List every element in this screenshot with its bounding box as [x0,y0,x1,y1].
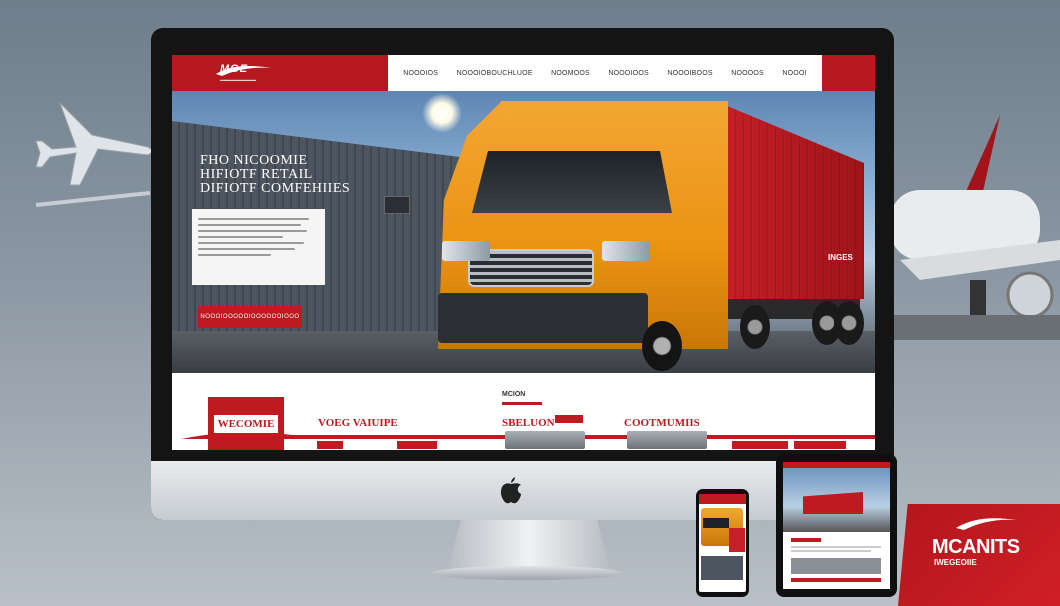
sun-glare [422,93,462,133]
monitor-stand-base [432,566,622,580]
trailer-wheel [834,301,864,345]
hero-cta-button[interactable]: NOOOIOOOOOIOOOOOOIOOO [198,306,302,328]
red-chip [555,415,583,423]
truck-headlight [602,241,650,261]
warehouse-sign [384,196,410,214]
hero-text-card [192,209,325,285]
tablet-screen [783,462,890,589]
apple-icon [500,477,521,504]
nav-item[interactable]: NOOOIBOOS [667,70,712,77]
trailer-stripes [720,103,864,303]
tablet-device [776,454,897,597]
content-section: WECOMIE VOEG VAIUIPE MCION SBELUON COOTM… [172,373,875,450]
commitments-title: COOTMUMIIS [624,417,700,429]
solution-title: SBELUON [502,417,555,429]
values-title: VOEG VAIUIPE [318,417,398,429]
brand-subtitle: IWEGEOIIE [934,558,977,567]
mini-truck-image [627,431,707,449]
trailer-text: INGES [828,253,853,262]
hero-title-line: HIFIOTF RETAIL [200,167,313,182]
truck-bumper [438,293,648,343]
nav-item[interactable]: NOOOIOOS [608,70,649,77]
main-nav: NOOOIOS NOOOIOBOUCHLUOE NOOMOOS NOOOIOOS… [388,55,822,91]
phone-device [696,489,749,597]
red-chip [732,441,788,449]
hero-banner: FHO NICOOMIE HIFIOTF RETAIL DIFIOTF COMF… [172,91,875,373]
red-chip [397,441,437,449]
trailer-wheel [740,305,770,349]
airplane-left-icon [35,102,153,207]
truck-wheel [642,321,682,371]
phone-screen [699,494,746,592]
airplane-right-icon [880,115,1060,340]
welcome-box[interactable]: WECOMIE [208,397,284,450]
red-chip [317,441,343,449]
site-header: MGE ▬▬▬▬▬▬▬▬▬ NOOOIOS NOOOIOBOUCHLUOE NO… [172,55,875,91]
red-chip [794,441,846,449]
site-logo[interactable]: MGE [220,63,248,75]
brand-swoosh-icon [956,518,1016,530]
mini-truck-image [505,431,585,449]
nav-item[interactable]: NOOOIOBOUCHLUOE [457,70,533,77]
nav-item[interactable]: NOOOI [782,70,806,77]
truck-windshield [472,151,672,213]
nav-item[interactable]: NOOOIOS [403,70,438,77]
welcome-label: WECOMIE [213,414,279,433]
truck-headlight [442,241,490,261]
brand-name: MCANITS [932,536,1020,558]
center-underline [502,402,542,405]
logo-tagline: ▬▬▬▬▬▬▬▬▬ [220,77,256,82]
nav-item[interactable]: NOOMOOS [551,70,590,77]
center-label: MCION [502,391,526,398]
nav-item[interactable]: NOOOOS [731,70,764,77]
hero-title-line: DIFIOTF COMFEHIIES [200,181,351,196]
hero-title: FHO NICOOMIE HIFIOTF RETAIL DIFIOTF COMF… [200,154,370,196]
monitor-stand [448,520,610,570]
hero-title-line: FHO NICOOMIE [200,153,308,168]
website-screen: MGE ▬▬▬▬▬▬▬▬▬ NOOOIOS NOOOIOBOUCHLUOE NO… [172,55,875,450]
